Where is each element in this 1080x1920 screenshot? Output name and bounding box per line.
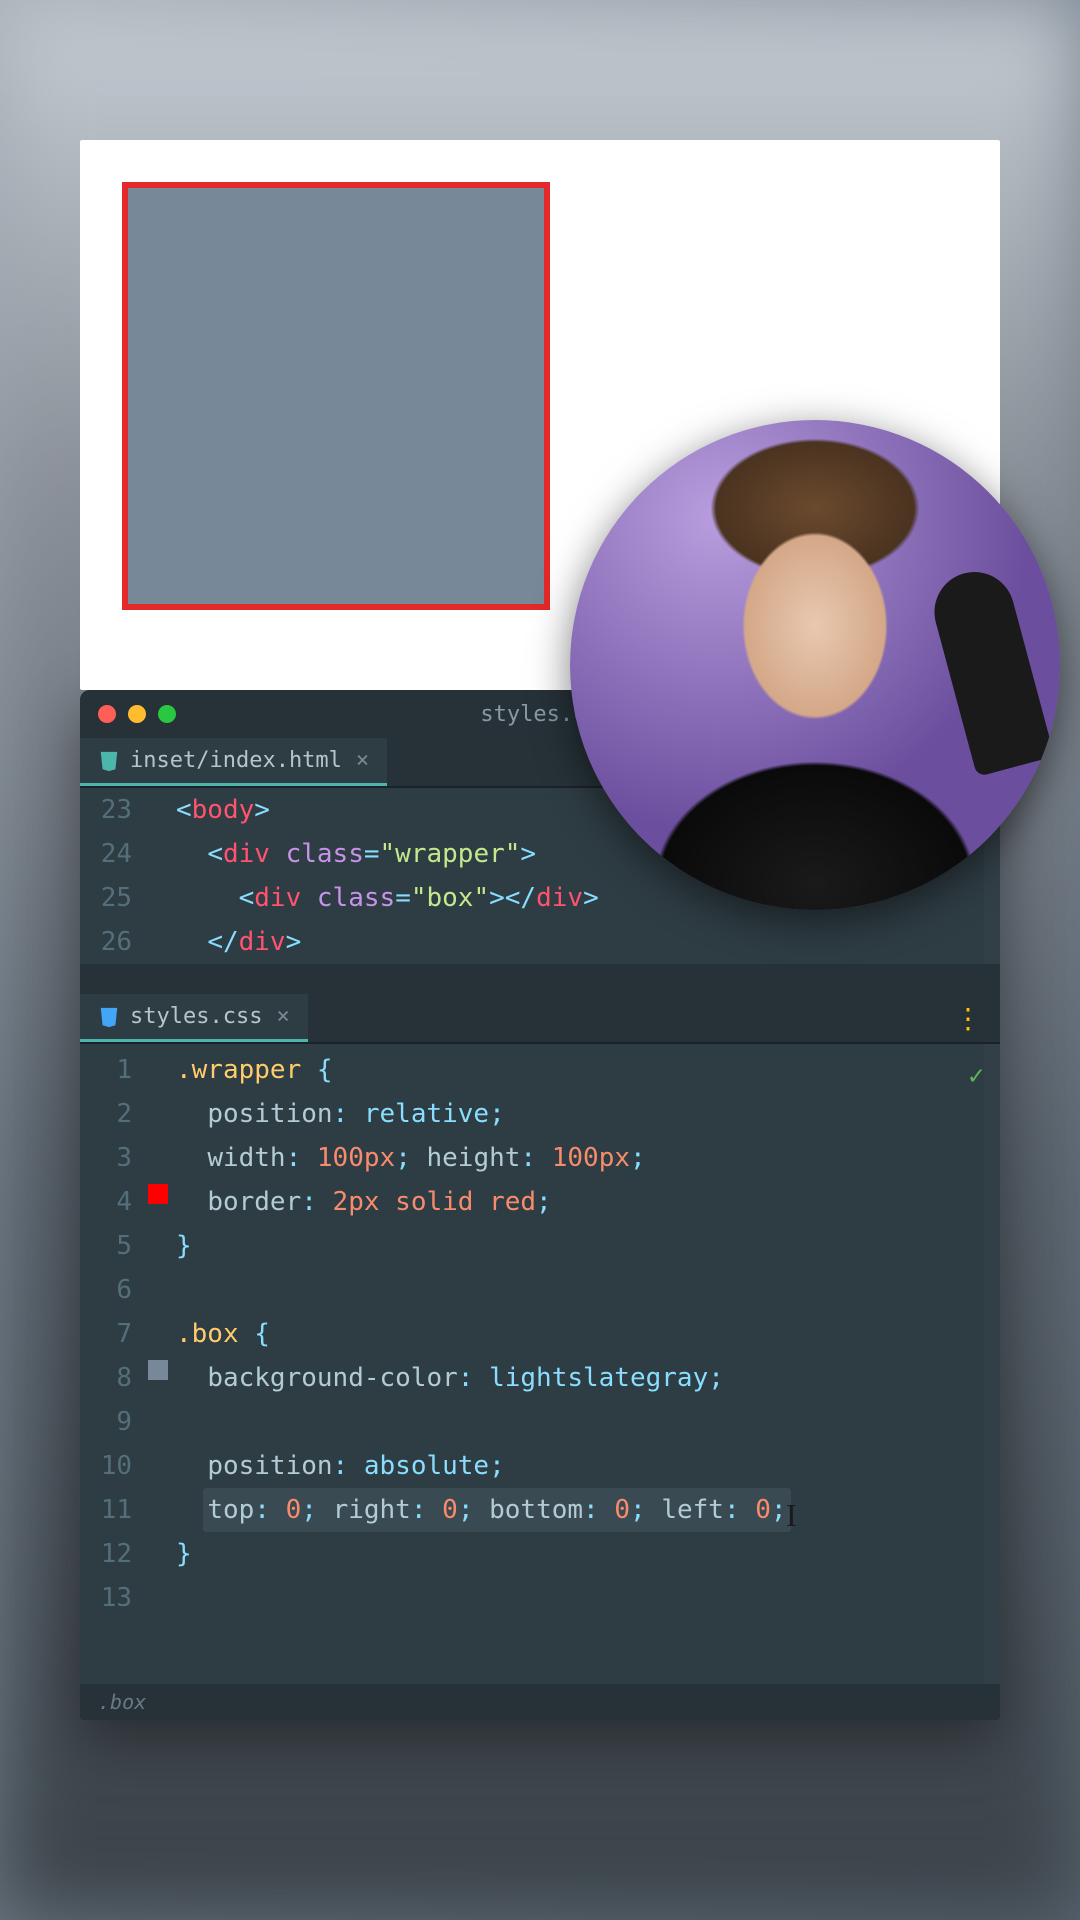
scrollbar[interactable] — [984, 1044, 1000, 1684]
css-code-area[interactable]: 1 2 3 4 5 6 7 8 9 10 11 12 13 ✓ .wrapper — [80, 1044, 1000, 1684]
demo-box — [128, 188, 544, 604]
css-tab-row: styles.css × ⋮ — [80, 994, 1000, 1044]
fold-markers — [146, 788, 176, 964]
gutter: 1 2 3 4 5 6 7 8 9 10 11 12 13 — [80, 1048, 146, 1684]
color-markers — [146, 1048, 176, 1684]
demo-wrapper — [122, 182, 550, 610]
close-window-button[interactable] — [98, 705, 116, 723]
minimize-window-button[interactable] — [128, 705, 146, 723]
tab-index-html[interactable]: inset/index.html × — [80, 738, 387, 786]
breadcrumb[interactable]: .box — [80, 1684, 1000, 1720]
maximize-window-button[interactable] — [158, 705, 176, 723]
tab-label: styles.css — [130, 1004, 262, 1029]
webcam-overlay — [570, 420, 1060, 910]
code-lines[interactable]: ✓ .wrapper { position: relative; width: … — [176, 1048, 1000, 1684]
traffic-lights — [98, 705, 176, 723]
color-swatch-red[interactable] — [148, 1184, 168, 1204]
tab-label: inset/index.html — [130, 748, 342, 773]
color-swatch-lightslategray[interactable] — [148, 1360, 168, 1380]
lint-ok-icon: ✓ — [968, 1054, 984, 1098]
tab-actions-menu-icon[interactable]: ⋮ — [936, 994, 1000, 1042]
css-file-icon — [98, 1006, 120, 1028]
highlighted-line: top: 0; right: 0; bottom: 0; left: 0; — [203, 1488, 790, 1532]
main-content: styles.cs inset/index.html × 23242526 <b… — [80, 140, 1000, 1720]
html-file-icon — [98, 750, 120, 772]
text-cursor-icon: I — [786, 1493, 797, 1537]
gutter: 23242526 — [80, 788, 146, 964]
close-tab-icon[interactable]: × — [356, 748, 369, 773]
editor-splitter[interactable] — [80, 964, 1000, 994]
close-tab-icon[interactable]: × — [276, 1004, 289, 1029]
tab-styles-css[interactable]: styles.css × — [80, 994, 308, 1042]
